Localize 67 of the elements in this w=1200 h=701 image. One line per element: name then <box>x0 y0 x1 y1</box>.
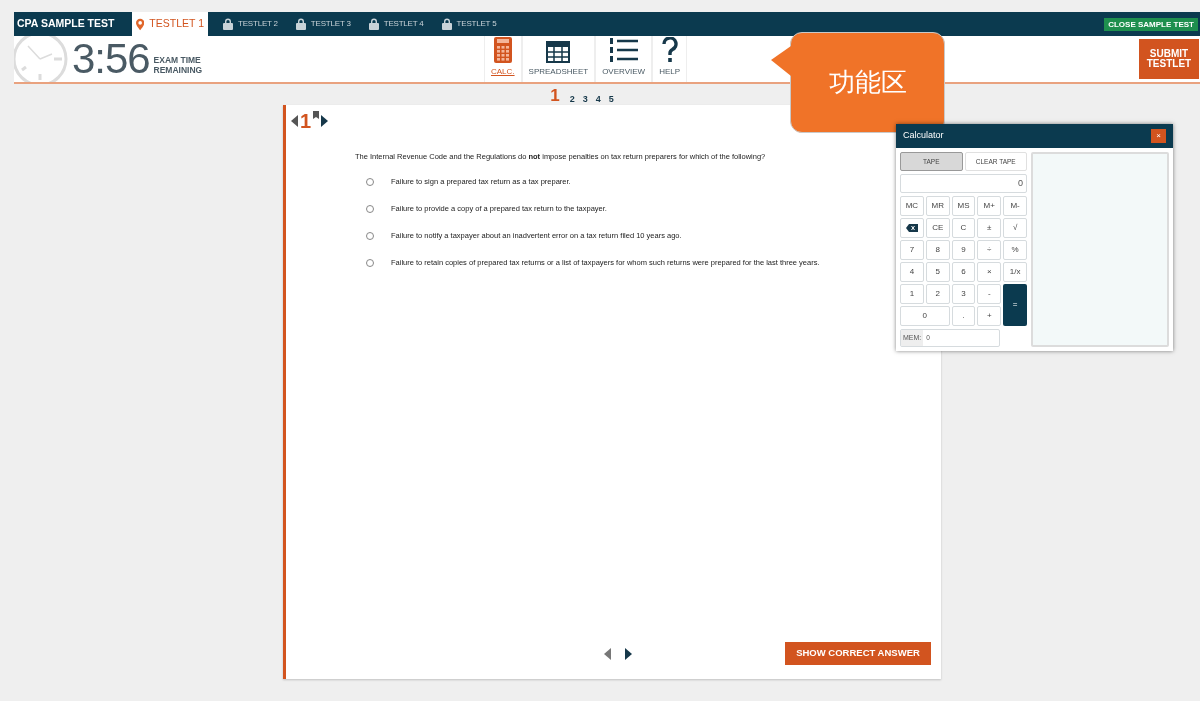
calculator-title: Calculator <box>903 129 944 143</box>
calculator-key[interactable]: MR <box>925 196 950 216</box>
map-pin-icon <box>136 16 145 32</box>
calculator-key[interactable]: MC <box>900 196 924 216</box>
time-caption: EXAM TIME REMAINING <box>153 55 204 75</box>
lock-icon <box>295 18 306 30</box>
calculator-key[interactable]: C <box>951 218 976 238</box>
calculator-key[interactable]: 5 <box>925 262 950 282</box>
testlet-tab[interactable]: TESTLET 4 <box>365 12 427 36</box>
calculator-key[interactable]: × <box>977 262 1002 282</box>
list-icon <box>608 37 639 63</box>
calculator-key[interactable]: 8 <box>925 240 950 260</box>
exam-title: CPA SAMPLE TEST <box>16 16 116 32</box>
time-remaining: 3:56 <box>72 38 150 80</box>
testlet-tab[interactable]: TESTLET 1 <box>132 12 208 36</box>
callout-text: 功能区 <box>828 66 907 99</box>
flag-icon[interactable] <box>313 111 320 119</box>
toolbar-button[interactable]: SPREADSHEET <box>521 36 596 82</box>
testlet-tab[interactable]: TESTLET 3 <box>292 12 354 36</box>
calculator-key[interactable]: 7 <box>900 240 924 260</box>
calculator-icon <box>493 37 512 63</box>
toolbar-button[interactable]: HELP <box>652 36 688 82</box>
question-number-link[interactable]: 4 <box>595 93 601 105</box>
calculator-key[interactable]: ± <box>977 218 1002 238</box>
calculator-key[interactable]: 1/x <box>1003 262 1027 282</box>
calculator-key[interactable]: M- <box>1003 196 1027 216</box>
calculator-key[interactable]: 6 <box>951 262 976 282</box>
calculator-key[interactable]: 4 <box>900 262 924 282</box>
show-correct-answer-button[interactable]: SHOW CORRECT ANSWER <box>785 642 931 665</box>
next-arrow-icon[interactable] <box>321 115 329 127</box>
submit-testlet-button[interactable]: SUBMIT TESTLET <box>1139 39 1199 79</box>
question-number-link[interactable]: 2 <box>569 93 575 105</box>
calculator-key[interactable]: √ <box>1003 218 1027 238</box>
calculator-key[interactable]: - <box>977 284 1002 304</box>
previous-arrow-icon[interactable] <box>604 647 611 660</box>
close-button[interactable]: × <box>1151 129 1166 143</box>
calculator-key[interactable]: MS <box>951 196 976 216</box>
table-grid-icon <box>546 41 571 63</box>
calculator-key[interactable]: 3 <box>951 284 976 304</box>
equals-key[interactable]: = <box>1003 284 1027 326</box>
previous-arrow-icon[interactable] <box>291 115 298 127</box>
next-arrow-icon[interactable] <box>625 647 632 660</box>
calculator-key[interactable]: + <box>977 306 1002 326</box>
lock-icon <box>441 18 452 30</box>
lock-icon <box>368 18 379 30</box>
question-number-link[interactable]: 1 <box>550 87 560 105</box>
calculator-key[interactable]: 0 <box>900 306 950 326</box>
calculator-key[interactable]: % <box>1003 240 1027 260</box>
testlet-tab[interactable]: TESTLET 2 <box>220 12 281 36</box>
question-number: 1 <box>300 110 312 132</box>
calculator-key[interactable]: ÷ <box>977 240 1002 260</box>
backspace-key[interactable] <box>900 218 924 238</box>
question-number-link[interactable]: 5 <box>608 93 614 105</box>
calculator-key[interactable]: M+ <box>977 196 1002 216</box>
calculator-key[interactable]: . <box>951 306 976 326</box>
calculator-key[interactable]: 9 <box>951 240 976 260</box>
lock-icon <box>223 18 233 30</box>
testlet-tab[interactable]: TESTLET 5 <box>438 12 500 36</box>
close-sample-test-button[interactable]: CLOSE SAMPLE TEST <box>1104 17 1198 31</box>
calculator-key[interactable]: 1 <box>900 284 924 304</box>
calculator-display: 0 <box>900 174 1027 193</box>
toolbar-button[interactable]: CALC. <box>484 36 522 82</box>
calculator-key[interactable]: 2 <box>925 284 950 304</box>
question-number-link[interactable]: 3 <box>582 93 588 105</box>
toolbar-button[interactable]: OVERVIEW <box>595 36 653 82</box>
backspace-icon <box>905 224 918 232</box>
calculator-key[interactable]: CE <box>925 218 950 238</box>
